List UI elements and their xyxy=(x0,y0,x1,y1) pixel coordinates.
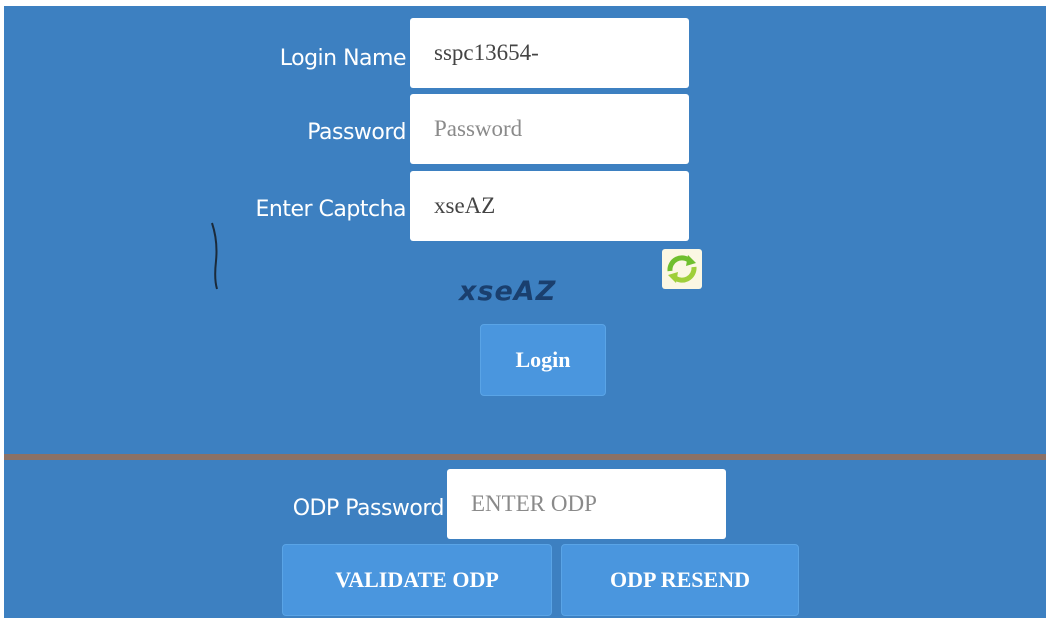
login-name-input[interactable] xyxy=(410,18,689,88)
refresh-captcha-button[interactable] xyxy=(662,249,702,289)
refresh-icon xyxy=(667,255,697,283)
captcha-label: Enter Captcha xyxy=(255,197,407,222)
login-button[interactable]: Login xyxy=(480,324,606,396)
validate-odp-button[interactable]: VALIDATE ODP xyxy=(282,544,552,616)
pen-mark xyxy=(211,222,218,290)
odp-password-input[interactable] xyxy=(447,469,726,539)
password-label: Password xyxy=(307,120,406,145)
section-divider xyxy=(4,454,1046,460)
odp-password-label: ODP Password xyxy=(292,496,445,521)
login-panel: Login Name Password Enter Captcha xseAZ … xyxy=(4,6,1046,618)
odp-resend-button[interactable]: ODP RESEND xyxy=(561,544,799,616)
captcha-input[interactable] xyxy=(410,171,689,241)
login-name-label: Login Name xyxy=(279,46,407,71)
password-input[interactable] xyxy=(410,94,689,164)
captcha-image: xseAZ xyxy=(459,276,557,307)
